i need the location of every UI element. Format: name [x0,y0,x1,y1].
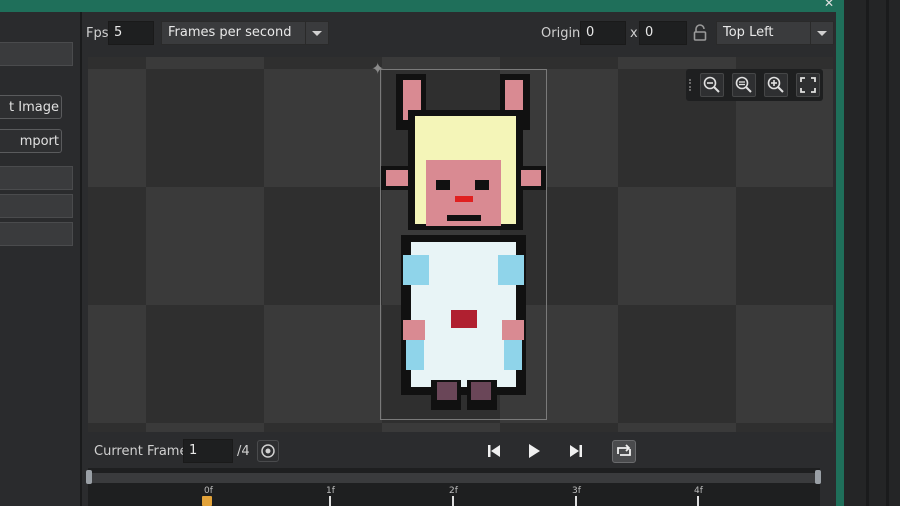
origin-x-input[interactable]: 0 [580,21,626,45]
left-panel-row[interactable] [0,166,73,190]
fps-mode-value: Frames per second [168,25,292,40]
frame-tick [697,496,699,506]
right-side-panel [844,0,900,506]
onion-skin-icon[interactable] [257,440,279,462]
loop-icon[interactable] [612,440,636,463]
fullscreen-icon[interactable] [796,73,820,97]
range-start-handle[interactable] [86,470,92,484]
fps-label: Fps [86,26,109,41]
frame-tick [452,496,454,506]
skip-to-start-icon[interactable] [484,441,506,463]
current-frame-label: Current Frame: [94,444,192,459]
sprite-canvas[interactable]: ✦ [88,57,833,432]
total-frames: /4 [237,444,250,459]
skip-to-end-icon[interactable] [566,441,588,463]
origin-preset-select[interactable]: Top Left [716,21,834,45]
drag-handle-icon[interactable] [689,79,695,91]
import-image-button[interactable]: t Image [0,95,62,119]
play-icon[interactable] [524,441,546,463]
frame-tick [575,496,577,506]
origin-y-input[interactable]: 0 [639,21,687,45]
timeline[interactable]: 0f 1f 2f 3f 4f [86,468,821,506]
timeline-range-track[interactable] [88,473,820,483]
timeline-marker: 2f [449,486,458,496]
timeline-marker: 0f [204,486,213,496]
fps-input[interactable]: 5 [108,21,154,45]
origin-preset-value: Top Left [723,25,774,40]
origin-label: Origin [541,26,581,41]
zoom-out-icon[interactable] [700,73,724,97]
import-button[interactable]: mport [0,129,62,153]
timeline-marker: 1f [326,486,335,496]
left-panel: t Image mport [0,12,82,506]
range-end-handle[interactable] [815,470,821,484]
lock-icon[interactable] [692,24,708,42]
sprite-bounds [380,69,549,420]
zoom-reset-icon[interactable] [732,73,756,97]
close-icon[interactable]: ✕ [822,0,836,10]
crosshair-icon[interactable]: ✦ [371,61,387,77]
fps-mode-select[interactable]: Frames per second [161,21,329,45]
current-frame-input[interactable]: 1 [183,439,233,463]
timeline-marker: 3f [572,486,581,496]
left-panel-row[interactable] [0,222,73,246]
origin-separator: x [630,26,638,41]
sprite-image [381,74,549,410]
left-panel-row[interactable] [0,194,73,218]
chevron-down-icon [810,22,833,44]
zoom-controls [686,69,823,101]
frame-tick [329,496,331,506]
chevron-down-icon [305,22,328,44]
playhead[interactable] [202,496,212,506]
left-panel-field[interactable] [0,42,73,66]
window-right-border [836,0,844,506]
window-top-border [0,0,845,12]
timeline-marker: 4f [694,486,703,496]
zoom-in-icon[interactable] [764,73,788,97]
